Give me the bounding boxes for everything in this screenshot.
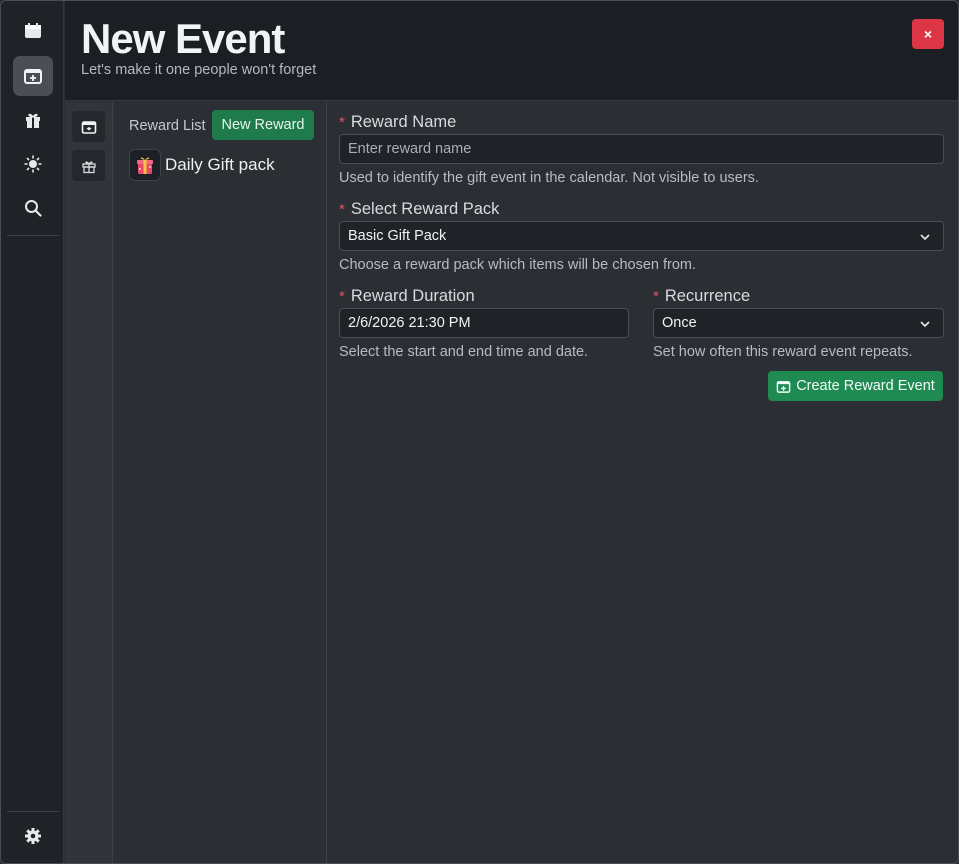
gift-outline-icon[interactable] <box>72 150 105 181</box>
reward-duration-label: * Reward Duration <box>339 287 475 305</box>
page-title: New Event <box>81 15 285 62</box>
sun-icon[interactable] <box>13 144 53 184</box>
gear-icon[interactable] <box>13 816 53 856</box>
page-subtitle: Let's make it one people won't forget <box>81 62 317 78</box>
rail-divider <box>7 235 59 236</box>
reward-name-help: Used to identify the gift event in the c… <box>339 170 759 186</box>
chevron-down-icon <box>920 234 930 241</box>
gift-icon[interactable] <box>13 100 53 140</box>
recurrence-value: Once <box>662 315 697 331</box>
recurrence-select[interactable]: Once <box>653 308 944 338</box>
calendar-icon[interactable] <box>13 11 53 51</box>
reward-duration-input[interactable]: 2/6/2026 21:30 PM <box>339 308 629 338</box>
chevron-down-icon <box>920 321 930 328</box>
reward-pack-value: Basic Gift Pack <box>348 228 447 244</box>
new-reward-button[interactable]: New Reward <box>212 110 314 140</box>
required-mark: * <box>653 288 659 305</box>
calendar-add-icon[interactable] <box>13 56 53 96</box>
reward-event-form: * Reward Name Enter reward name Used to i… <box>327 102 958 863</box>
calendar-plus-icon <box>776 380 791 393</box>
app-window: New Event Let's make it one people won't… <box>0 0 959 864</box>
reward-pack-help: Choose a reward pack which items will be… <box>339 257 697 273</box>
gift-pack-icon <box>129 149 161 181</box>
calendar-event-icon[interactable] <box>72 111 105 142</box>
create-reward-event-button[interactable]: Create Reward Event <box>768 371 943 401</box>
rail-divider-bottom <box>7 811 59 812</box>
recurrence-label: * Recurrence <box>653 287 751 305</box>
reward-list-label: Reward List <box>129 118 206 134</box>
reward-pack-label: * Select Reward Pack <box>339 200 500 218</box>
reward-name-input[interactable]: Enter reward name <box>339 134 944 164</box>
reward-item-label: Daily Gift pack <box>165 155 275 174</box>
reward-list-panel: Reward List New Reward Daily Gift pack <box>113 102 327 863</box>
close-button[interactable]: × <box>912 19 944 49</box>
required-mark: * <box>339 114 345 131</box>
main-sidebar <box>1 1 64 863</box>
required-mark: * <box>339 288 345 305</box>
create-button-label: Create Reward Event <box>796 378 935 394</box>
reward-pack-select[interactable]: Basic Gift Pack <box>339 221 944 251</box>
required-mark: * <box>339 201 345 218</box>
page-header: New Event Let's make it one people won't… <box>65 1 958 101</box>
search-icon[interactable] <box>13 188 53 228</box>
recurrence-help: Set how often this reward event repeats. <box>653 344 913 360</box>
list-item[interactable]: Daily Gift pack <box>129 149 275 181</box>
reward-duration-help: Select the start and end time and date. <box>339 344 589 360</box>
reward-name-label: * Reward Name <box>339 113 457 131</box>
sub-sidebar <box>65 102 113 863</box>
